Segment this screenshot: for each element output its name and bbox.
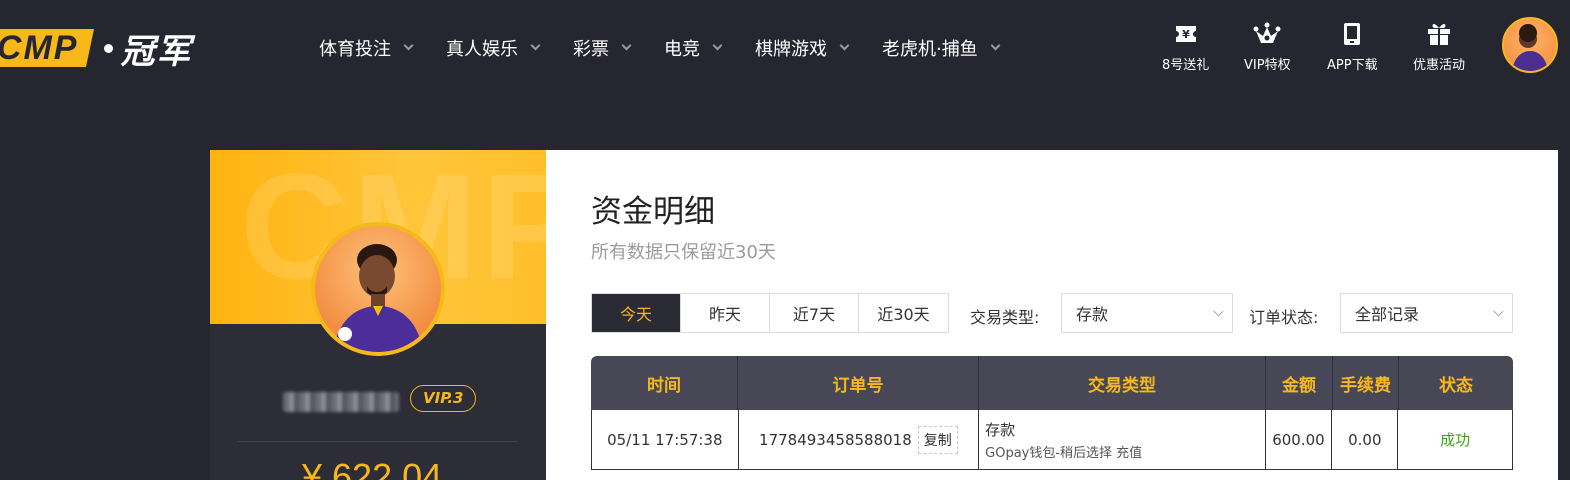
- column-header-fee: 手续费: [1333, 356, 1399, 410]
- site-logo[interactable]: CMP 冠军: [0, 26, 193, 72]
- username-blurred: [283, 392, 399, 412]
- table-row: 05/11 17:57:38 1778493458588018 复制 存款 GO…: [591, 410, 1513, 470]
- account-balance: ¥ 622.04: [302, 456, 443, 480]
- quick-link-label: VIP特权: [1244, 58, 1291, 73]
- transaction-type-label: 交易类型:: [970, 308, 1040, 327]
- quick-link-promotions[interactable]: 优惠活动: [1413, 20, 1465, 73]
- transaction-type: 存款: [985, 420, 1016, 439]
- cell-fee: 0.00: [1332, 410, 1399, 469]
- cell-status: 成功: [1440, 431, 1471, 449]
- cell-order-no: 1778493458588018 复制: [739, 410, 980, 469]
- chevron-down-icon: [990, 40, 1001, 51]
- quick-link-label: 优惠活动: [1413, 58, 1466, 73]
- nav-item-slots-fishing[interactable]: 老虎机·捕鱼: [882, 35, 1001, 61]
- chevron-down-icon: [1493, 306, 1504, 317]
- svg-text:¥: ¥: [1182, 28, 1190, 41]
- transaction-type-select[interactable]: 存款: [1061, 293, 1233, 333]
- nav-item-label: 真人娱乐: [446, 39, 518, 60]
- cell-time: 05/11 17:57:38: [592, 410, 739, 469]
- cell-type: 存款 GOpay钱包-稍后选择 充值: [979, 410, 1266, 469]
- nav-item-esports[interactable]: 电竞: [664, 35, 723, 61]
- vip-level-badge[interactable]: VIP.3: [410, 385, 477, 412]
- chevron-down-icon: [1213, 306, 1224, 317]
- column-header-type: 交易类型: [979, 356, 1266, 410]
- chevron-down-icon: [530, 40, 541, 51]
- column-header-order-no: 订单号: [738, 356, 979, 410]
- user-avatar[interactable]: [1502, 17, 1558, 73]
- yen-ticket-icon: ¥: [1172, 20, 1200, 48]
- tab-last-30-days[interactable]: 近30天: [859, 294, 948, 332]
- gift-icon: [1425, 20, 1453, 48]
- table-header: 时间 订单号 交易类型 金额 手续费 状态: [591, 356, 1513, 410]
- order-status-label: 订单状态:: [1249, 308, 1319, 327]
- nav-item-live-casino[interactable]: 真人娱乐: [446, 35, 541, 61]
- quick-link-app-download[interactable]: APP下载: [1327, 20, 1378, 73]
- cell-amount: 600.00: [1266, 410, 1333, 469]
- column-header-time: 时间: [591, 356, 738, 410]
- transactions-table: 时间 订单号 交易类型 金额 手续费 状态 05/11 17:57:38 177…: [591, 356, 1513, 470]
- order-status-value: 全部记录: [1355, 305, 1420, 324]
- nav-item-label: 体育投注: [319, 39, 391, 60]
- logo-chinese-text: 冠军: [120, 31, 193, 72]
- nav-item-label: 棋牌游戏: [755, 39, 827, 60]
- column-header-amount: 金额: [1266, 356, 1333, 410]
- quick-link-gift-8th[interactable]: ¥ 8号送礼: [1162, 20, 1209, 73]
- transaction-type-detail: GOpay钱包-稍后选择 充值: [985, 445, 1143, 461]
- tab-yesterday[interactable]: 昨天: [681, 294, 770, 332]
- order-status-select[interactable]: 全部记录: [1340, 293, 1513, 333]
- nav-item-label: 彩票: [573, 39, 609, 60]
- chevron-down-icon: [839, 40, 850, 51]
- nav-item-lottery[interactable]: 彩票: [573, 35, 632, 61]
- tab-today[interactable]: 今天: [592, 294, 681, 332]
- top-navigation-bar: CMP 冠军 体育投注 真人娱乐 彩票 电竞 棋牌游戏 老虎机·捕鱼 ¥ 8号送…: [0, 0, 1570, 96]
- logo-latin-text: CMP: [0, 28, 79, 67]
- main-nav: 体育投注 真人娱乐 彩票 电竞 棋牌游戏 老虎机·捕鱼: [319, 0, 1033, 96]
- order-number: 1778493458588018: [759, 430, 912, 449]
- quick-link-label: 8号送礼: [1162, 58, 1210, 73]
- nav-item-card-games[interactable]: 棋牌游戏: [755, 35, 850, 61]
- nav-item-label: 老虎机·捕鱼: [882, 39, 978, 60]
- nav-item-label: 电竞: [664, 39, 700, 60]
- quick-link-vip[interactable]: VIP特权: [1244, 20, 1291, 73]
- quick-link-label: APP下载: [1327, 58, 1378, 73]
- funds-detail-panel: 资金明细 所有数据只保留近30天 今天 昨天 近7天 近30天 交易类型: 存款…: [546, 150, 1558, 480]
- nav-item-sports[interactable]: 体育投注: [319, 35, 414, 61]
- profile-avatar[interactable]: [311, 222, 445, 356]
- chevron-down-icon: [712, 40, 723, 51]
- crown-icon: [1253, 20, 1281, 48]
- tab-last-7-days[interactable]: 近7天: [770, 294, 859, 332]
- date-range-tabs: 今天 昨天 近7天 近30天: [591, 293, 949, 333]
- chevron-down-icon: [403, 40, 414, 51]
- logo-dot: [103, 43, 113, 53]
- transaction-type-value: 存款: [1076, 305, 1109, 324]
- page-subtitle: 所有数据只保留近30天: [591, 242, 776, 263]
- page-title: 资金明细: [591, 194, 715, 230]
- profile-panel: CMP VIP.3 ¥ 622.04: [210, 150, 546, 480]
- chevron-down-icon: [621, 40, 632, 51]
- phone-icon: [1338, 20, 1366, 48]
- column-header-status: 状态: [1439, 375, 1473, 396]
- copy-order-button[interactable]: 复制: [917, 425, 958, 454]
- divider: [238, 441, 518, 442]
